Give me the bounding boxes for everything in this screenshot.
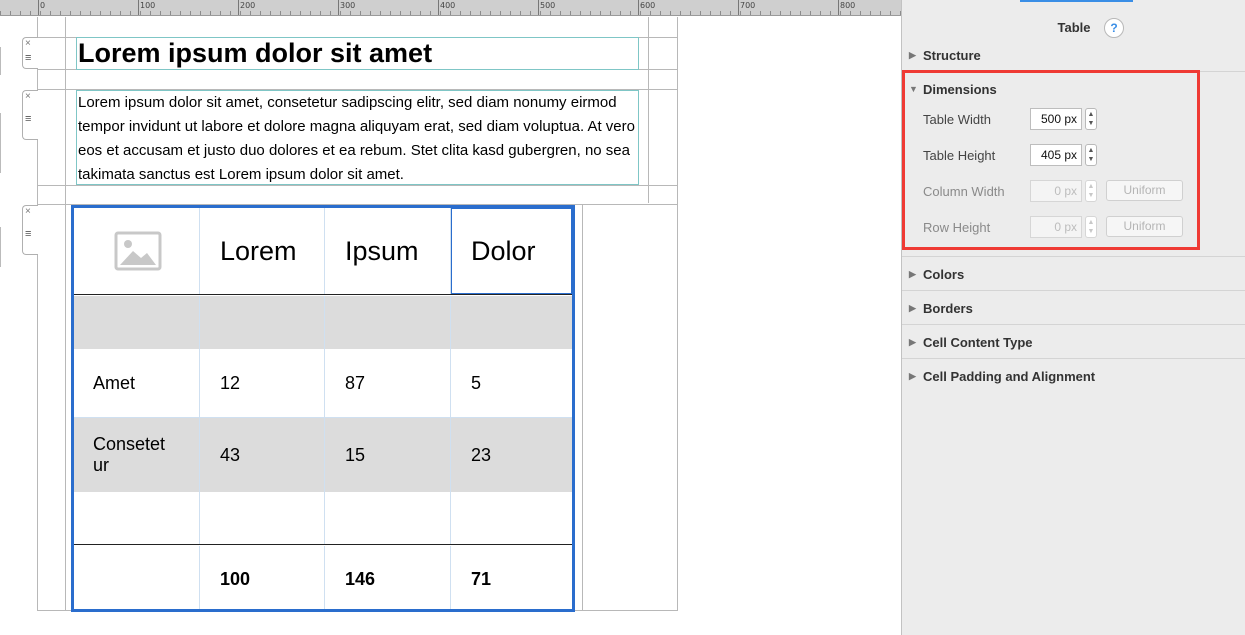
ruler-mark [138, 0, 139, 15]
image-placeholder-icon [114, 231, 162, 271]
block-handle[interactable]: × ≡ [22, 205, 38, 255]
section-label[interactable]: Structure [923, 48, 981, 63]
section-label[interactable]: Borders [923, 301, 973, 316]
table-cell[interactable]: 15 [325, 418, 451, 492]
page-guide [582, 205, 583, 611]
table-footer-cell[interactable]: 146 [325, 546, 451, 609]
margin-marker [0, 47, 1, 75]
table-footer-cell[interactable] [74, 546, 200, 609]
content-table[interactable]: Lorem Ipsum Dolor Amet 12 87 5 Consetet … [71, 205, 575, 612]
ruler-mark [38, 0, 39, 15]
ruler-label: 100 [140, 1, 156, 10]
table-row [74, 296, 572, 349]
annotation-highlight-box [902, 70, 1200, 250]
ruler-label: 800 [840, 1, 856, 10]
table-footer-cell[interactable]: 71 [451, 546, 572, 609]
drag-menu-icon[interactable]: ≡ [25, 229, 31, 240]
table-cell[interactable]: 23 [451, 418, 572, 492]
table-cell[interactable]: 5 [451, 349, 572, 417]
table-cell[interactable] [451, 296, 572, 349]
table-footer-cell[interactable]: 100 [200, 546, 325, 609]
table-cell[interactable]: 87 [325, 349, 451, 417]
ruler-label: 500 [540, 1, 556, 10]
disclosure-right-icon[interactable]: ▶ [909, 50, 916, 61]
table-cell[interactable] [325, 492, 451, 544]
drag-menu-icon[interactable]: ≡ [25, 114, 31, 125]
table-header-cell[interactable]: Ipsum [325, 208, 451, 294]
table-footer-row: 100 146 71 [74, 546, 572, 609]
drag-menu-icon[interactable]: ≡ [25, 53, 31, 64]
table-row: Amet 12 87 5 [74, 349, 572, 418]
table-row: Consetet ur 43 15 23 [74, 418, 572, 492]
table-cell[interactable] [200, 296, 325, 349]
table-header-cell[interactable] [74, 208, 200, 294]
ruler-mark [438, 0, 439, 15]
table-cell[interactable]: Amet [74, 349, 200, 417]
ruler-mark [738, 0, 739, 15]
page-guide [648, 17, 649, 203]
table-cell[interactable] [200, 492, 325, 544]
table-header-cell[interactable]: Lorem [200, 208, 325, 294]
block-handle[interactable]: × ≡ [22, 90, 38, 140]
panel-title: Table [1057, 20, 1091, 35]
ruler-label: 700 [740, 1, 756, 10]
ruler-label: 400 [440, 1, 456, 10]
divider [902, 290, 1245, 291]
close-icon[interactable]: × [25, 92, 31, 102]
table-header-cell-selected[interactable]: Dolor [451, 208, 572, 294]
editor-canvas[interactable]: × ≡ × ≡ × ≡ Lorem ipsum dolor sit amet L… [0, 17, 901, 635]
ruler-mark [238, 0, 239, 15]
disclosure-right-icon[interactable]: ▶ [909, 371, 916, 382]
active-tab-indicator [1020, 0, 1133, 2]
table-cell[interactable] [74, 492, 200, 544]
ruler-mark [638, 0, 639, 15]
table-cell[interactable]: Consetet ur [74, 418, 200, 492]
section-label[interactable]: Cell Content Type [923, 335, 1033, 350]
help-button[interactable]: ? [1104, 18, 1124, 38]
divider [902, 256, 1245, 257]
disclosure-right-icon[interactable]: ▶ [909, 337, 916, 348]
section-label[interactable]: Cell Padding and Alignment [923, 369, 1095, 384]
divider [902, 358, 1245, 359]
divider [902, 324, 1245, 325]
close-icon[interactable]: × [25, 39, 31, 49]
ruler-mark [538, 0, 539, 15]
table-row [74, 492, 572, 545]
table-cell[interactable] [451, 492, 572, 544]
page-guide [677, 17, 678, 611]
page-guide [65, 17, 66, 611]
ruler-mark [838, 0, 839, 15]
page-heading[interactable]: Lorem ipsum dolor sit amet [76, 37, 639, 70]
ruler-label: 0 [40, 1, 46, 10]
table-cell[interactable]: 43 [200, 418, 325, 492]
section-label[interactable]: Colors [923, 267, 964, 282]
body-paragraph[interactable]: Lorem ipsum dolor sit amet, consetetur s… [76, 90, 639, 185]
ruler-label: 200 [240, 1, 256, 10]
table-cell[interactable] [74, 296, 200, 349]
disclosure-right-icon[interactable]: ▶ [909, 269, 916, 280]
disclosure-right-icon[interactable]: ▶ [909, 303, 916, 314]
table-header-row: Lorem Ipsum Dolor [74, 208, 572, 295]
table-cell[interactable] [325, 296, 451, 349]
block-handle[interactable]: × ≡ [22, 37, 38, 69]
table-cell[interactable]: 12 [200, 349, 325, 417]
ruler-mark [338, 0, 339, 15]
inspector-panel: Table ? ▶ Structure ▼ Dimensions Table W… [901, 0, 1245, 635]
ruler-label: 600 [640, 1, 656, 10]
close-icon[interactable]: × [25, 207, 31, 217]
margin-marker [0, 227, 1, 267]
ruler-label: 300 [340, 1, 356, 10]
margin-marker [0, 113, 1, 173]
horizontal-ruler: 0 100 200 300 400 500 600 700 800 [0, 0, 901, 16]
